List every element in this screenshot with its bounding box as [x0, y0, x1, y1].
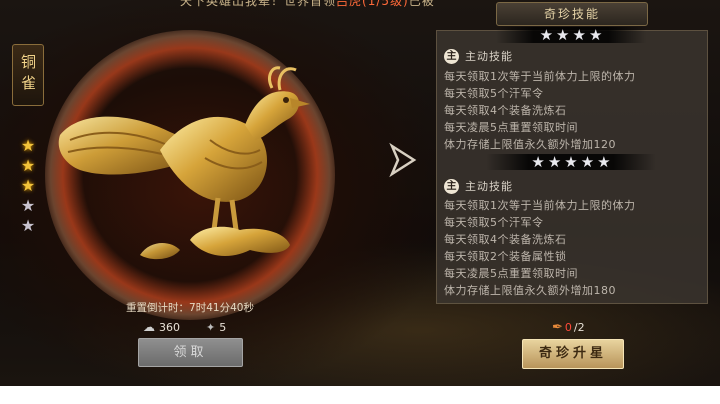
star-icon: ★ [597, 153, 611, 171]
star-icon: ★ [556, 26, 570, 44]
scroll-icon: ✦ [206, 320, 216, 334]
skill-effect-line: 体力存储上限值永久额外增加120 [444, 138, 616, 151]
tier-5-stars: ★ ★ ★ ★ ★ [486, 154, 656, 170]
star-icon: ★ [20, 136, 36, 155]
skill-header: 主 主动技能 [444, 48, 513, 64]
skill-effects-tier5: 每天领取1次等于当前体力上限的体力 每天领取5个汗军令 每天领取4个装备洗炼石 … [444, 197, 704, 299]
material-current: 0 [564, 320, 572, 334]
star-icon: ★ [531, 153, 545, 171]
announcement-highlight: 吕虎(1/5级) [336, 0, 409, 8]
star-icon: ★ [20, 176, 36, 195]
resource-scroll: ✦ 5 [206, 319, 226, 335]
star-icon: ★ [572, 26, 586, 44]
skill-effect-line: 每天领取2个装备属性锁 [444, 250, 567, 263]
skill-effect-line: 每天领取5个汗军令 [444, 87, 544, 100]
announcement-text: 天下英雄出我辈！世界首领 [180, 0, 337, 8]
skill-type-label: 主动技能 [465, 50, 513, 63]
skill-effect-line: 每天领取1次等于当前体力上限的体力 [444, 70, 636, 83]
resource-silver: ☁ 360 [143, 319, 180, 335]
star-empty-icon: ★ [20, 216, 36, 235]
star-empty-icon: ★ [20, 196, 36, 215]
upgrade-material-count: ✒ 0/2 [552, 318, 585, 336]
treasure-star-rating: ★ ★ ★ ★ ★ [18, 136, 38, 236]
scroll-amount: 5 [219, 320, 227, 334]
star-icon: ★ [539, 26, 554, 44]
claim-button[interactable]: 领取 [138, 338, 243, 367]
active-skill-badge: 主 [444, 178, 459, 194]
skill-panel-title: 奇珍技能 [496, 2, 648, 26]
bottom-margin [0, 386, 720, 404]
star-icon: ★ [20, 156, 36, 175]
active-skill-badge: 主 [444, 48, 459, 64]
tier-4-stars: ★ ★ ★ ★ [496, 27, 646, 43]
chevron-right-icon [389, 142, 417, 178]
game-scene: 天下英雄出我辈！世界首领吕虎(1/5级)已被 铜雀 ★ ★ ★ ★ ★ 重置倒计… [0, 0, 720, 386]
skill-effects-tier4: 每天领取1次等于当前体力上限的体力 每天领取5个汗军令 每天领取4个装备洗炼石 … [444, 68, 704, 153]
star-upgrade-button[interactable]: 奇珍升星 [522, 339, 624, 369]
skill-effect-line: 每天凌晨5点重置领取时间 [444, 267, 578, 280]
silver-icon: ☁ [143, 320, 155, 334]
silver-amount: 360 [159, 320, 180, 334]
skill-effect-line: 体力存储上限值永久额外增加180 [444, 284, 616, 297]
skill-effect-line: 每天领取5个汗军令 [444, 216, 544, 229]
skill-effect-line: 每天领取4个装备洗炼石 [444, 104, 567, 117]
star-icon: ★ [547, 153, 562, 171]
skill-type-label: 主动技能 [465, 180, 513, 193]
golden-phoenix-illustration [58, 66, 310, 260]
reset-countdown: 重置倒计时：7时41分40秒 [126, 302, 254, 314]
world-announcement: 天下英雄出我辈！世界首领吕虎(1/5级)已被 [180, 0, 510, 8]
skill-effect-line: 每天领取4个装备洗炼石 [444, 233, 567, 246]
star-icon: ★ [580, 153, 595, 171]
announcement-text-tail: 已被 [408, 0, 435, 8]
feather-icon: ✒ [552, 319, 563, 335]
material-required: /2 [573, 320, 585, 334]
star-icon: ★ [588, 26, 603, 44]
skill-effect-line: 每天领取1次等于当前体力上限的体力 [444, 199, 636, 212]
skill-header: 主 主动技能 [444, 178, 513, 194]
star-icon: ★ [564, 153, 578, 171]
skill-effect-line: 每天凌晨5点重置领取时间 [444, 121, 578, 134]
